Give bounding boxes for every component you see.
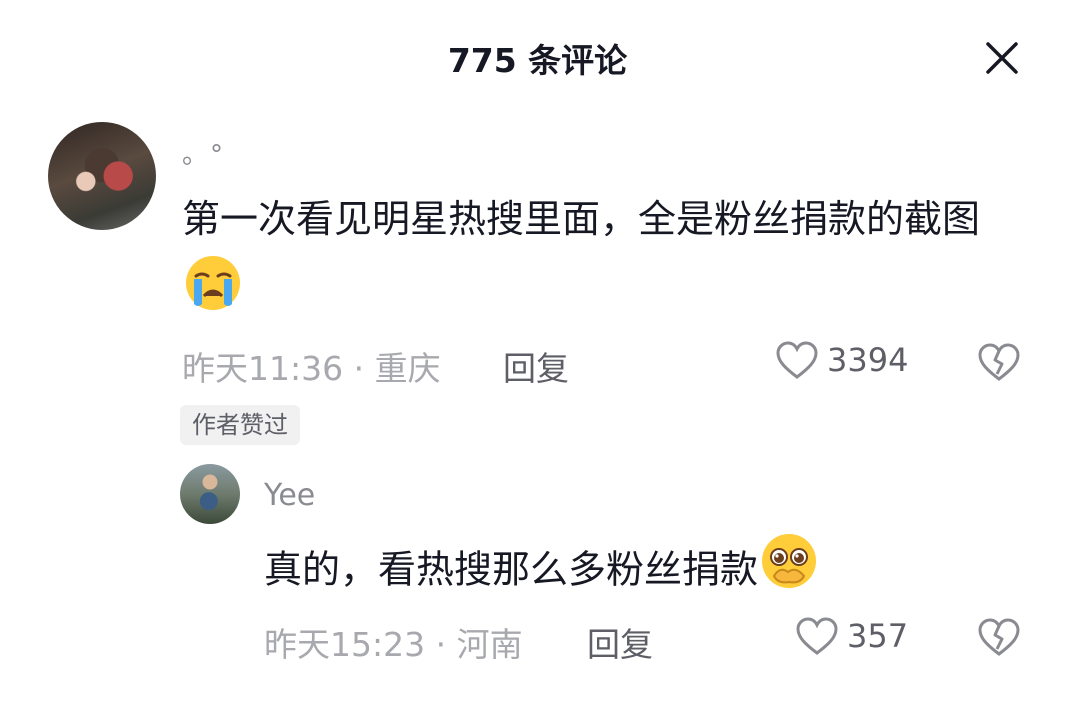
- avatar[interactable]: [180, 464, 240, 524]
- comment-username[interactable]: 。°: [182, 134, 225, 171]
- heart-icon: [776, 341, 818, 379]
- comment-text-content: 真的，看热搜那么多粉丝捐款: [264, 547, 759, 592]
- pleading-face-holding-back-tears-icon: [760, 532, 818, 612]
- comment-username[interactable]: Yee: [264, 478, 315, 513]
- reply-button[interactable]: 回复: [587, 618, 653, 666]
- avatar[interactable]: [48, 122, 156, 230]
- comments-count-title: 775 条评论: [447, 41, 628, 80]
- broken-heart-icon[interactable]: [977, 617, 1021, 657]
- close-icon[interactable]: [984, 40, 1020, 76]
- loudly-crying-face-icon: [184, 254, 242, 334]
- heart-icon: [796, 617, 838, 655]
- comment-text-content: 第一次看见明星热搜里面，全是粉丝捐款的截图: [182, 197, 981, 241]
- comment-text: 第一次看见明星热搜里面，全是粉丝捐款的截图: [182, 184, 1022, 334]
- comment-text: 真的，看热搜那么多粉丝捐款: [264, 532, 1024, 612]
- reply-button[interactable]: 回复: [503, 342, 569, 390]
- like-count: 357: [847, 617, 909, 655]
- like-count: 3394: [827, 341, 909, 379]
- like-button[interactable]: 3394: [775, 340, 908, 380]
- author-liked-badge: 作者赞过: [180, 405, 300, 445]
- like-button[interactable]: 357: [795, 616, 908, 656]
- broken-heart-icon[interactable]: [977, 342, 1021, 382]
- comment-meta: 昨天11:36 · 重庆: [182, 349, 441, 388]
- comment-meta: 昨天15:23 · 河南: [264, 625, 523, 664]
